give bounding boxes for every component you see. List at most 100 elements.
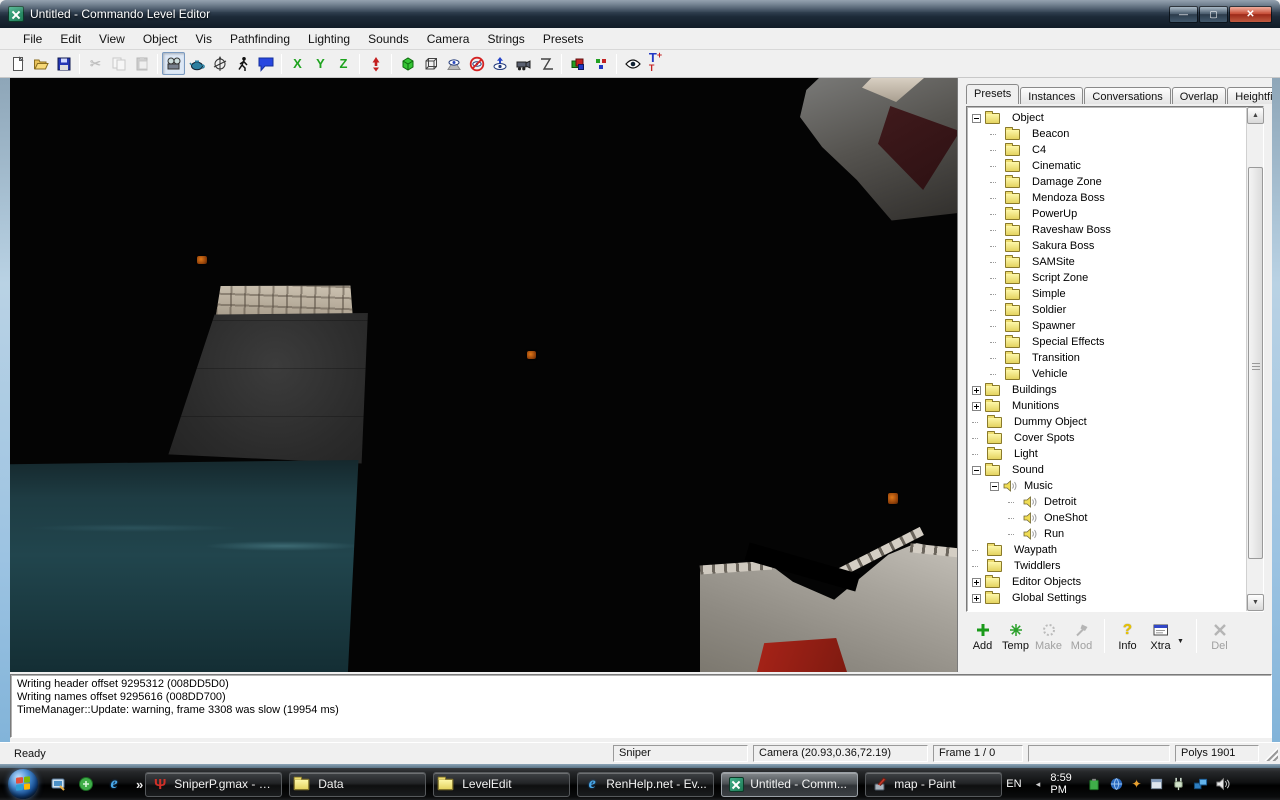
collapse-icon[interactable]: [972, 466, 981, 475]
visibility-up-icon[interactable]: [488, 52, 511, 75]
title-bar[interactable]: Untitled - Commando Level Editor —▢✕: [0, 0, 1280, 28]
taskbar-button-renhelp-net-ev-[interactable]: eRenHelp.net - Ev...: [577, 772, 714, 797]
tree-item-special-effects[interactable]: Special Effects: [969, 334, 1246, 350]
power-plug-icon[interactable]: [1171, 777, 1186, 792]
tree-item-oneshot[interactable]: OneShot: [969, 510, 1246, 526]
taskbar-clock[interactable]: 8:59 PM: [1050, 772, 1080, 796]
menu-vis[interactable]: Vis: [187, 29, 221, 49]
menu-strings[interactable]: Strings: [478, 29, 533, 49]
output-log[interactable]: Writing header offset 9295312 (008DD5D0)…: [10, 674, 1272, 738]
app-icon[interactable]: [8, 6, 24, 22]
scroll-up-icon[interactable]: ▲: [1247, 107, 1264, 124]
scrollbar-thumb[interactable]: [1248, 167, 1263, 559]
viewport-3d[interactable]: [10, 78, 958, 672]
menu-pathfinding[interactable]: Pathfinding: [221, 29, 299, 49]
tree-item-sakura-boss[interactable]: Sakura Boss: [969, 238, 1246, 254]
tab-conversations[interactable]: Conversations: [1084, 87, 1170, 104]
open-file-icon[interactable]: [29, 52, 52, 75]
resize-grip[interactable]: [1264, 747, 1278, 761]
menu-lighting[interactable]: Lighting: [299, 29, 359, 49]
rgb-points-icon[interactable]: [589, 52, 612, 75]
tree-item-detroit[interactable]: Detroit: [969, 494, 1246, 510]
tree-item-munitions[interactable]: Munitions: [969, 398, 1246, 414]
axis-z-icon[interactable]: Z: [332, 52, 355, 75]
tab-instances[interactable]: Instances: [1020, 87, 1083, 104]
tree-item-powerup[interactable]: PowerUp: [969, 206, 1246, 222]
tree-item-cover-spots[interactable]: Cover Spots: [969, 430, 1246, 446]
menu-presets[interactable]: Presets: [534, 29, 593, 49]
tree-item-object[interactable]: Object: [969, 110, 1246, 126]
tree-item-mendoza-boss[interactable]: Mendoza Boss: [969, 190, 1246, 206]
tree-item-twiddlers[interactable]: Twiddlers: [969, 558, 1246, 574]
tree-item-editor-objects[interactable]: Editor Objects: [969, 574, 1246, 590]
camera-mode-icon[interactable]: [162, 52, 185, 75]
taskbar-button-untitled-comm-[interactable]: Untitled - Comm...: [721, 772, 858, 797]
tree-item-script-zone[interactable]: Script Zone: [969, 270, 1246, 286]
hidden-icons-arrow-icon[interactable]: ◂: [1033, 777, 1044, 792]
expand-icon[interactable]: [972, 402, 981, 411]
xtra-button[interactable]: Xtra: [1144, 621, 1177, 652]
java-globe-icon[interactable]: [1109, 777, 1124, 792]
dolly-camera-icon[interactable]: [511, 52, 534, 75]
object-marker[interactable]: [527, 351, 536, 359]
axis-y-icon[interactable]: Y: [309, 52, 332, 75]
axis-x-icon[interactable]: X: [286, 52, 309, 75]
gmax-tray-icon[interactable]: ✦: [1131, 777, 1142, 792]
xtra-dropdown-icon[interactable]: ▼: [1177, 628, 1190, 645]
menu-file[interactable]: File: [14, 29, 51, 49]
render-teapot-icon[interactable]: [185, 52, 208, 75]
close-button[interactable]: ✕: [1229, 6, 1272, 23]
tree-scrollbar[interactable]: ▲ ▼: [1246, 107, 1263, 611]
toolbar-overflow-chevron[interactable]: »: [134, 777, 145, 792]
menu-sounds[interactable]: Sounds: [359, 29, 418, 49]
tree-item-soldier[interactable]: Soldier: [969, 302, 1246, 318]
start-button[interactable]: [8, 769, 38, 799]
tree-item-raveshaw-boss[interactable]: Raveshaw Boss: [969, 222, 1246, 238]
scroll-down-icon[interactable]: ▼: [1247, 594, 1264, 611]
orbit-axes-icon[interactable]: [208, 52, 231, 75]
text-size-icon[interactable]: T+T: [644, 52, 667, 75]
tree-item-c4[interactable]: C4: [969, 142, 1246, 158]
tree-item-global-settings[interactable]: Global Settings: [969, 590, 1246, 606]
comment-bubble-icon[interactable]: [254, 52, 277, 75]
tab-overlap[interactable]: Overlap: [1172, 87, 1227, 104]
new-file-icon[interactable]: [6, 52, 29, 75]
expand-icon[interactable]: [972, 594, 981, 603]
tree-item-vehicle[interactable]: Vehicle: [969, 366, 1246, 382]
solid-cube-icon[interactable]: [396, 52, 419, 75]
tree-item-dummy-object[interactable]: Dummy Object: [969, 414, 1246, 430]
save-file-icon[interactable]: [52, 52, 75, 75]
add-button[interactable]: Add: [966, 621, 999, 652]
object-marker[interactable]: [888, 493, 898, 504]
expand-icon[interactable]: [972, 578, 981, 587]
visibility-triangle-icon[interactable]: [442, 52, 465, 75]
tree-item-transition[interactable]: Transition: [969, 350, 1246, 366]
tree-item-cinematic[interactable]: Cinematic: [969, 158, 1246, 174]
menu-view[interactable]: View: [90, 29, 134, 49]
menu-camera[interactable]: Camera: [418, 29, 479, 49]
wireframe-cube-icon[interactable]: [419, 52, 442, 75]
info-button[interactable]: ?Info: [1111, 621, 1144, 652]
color-cubes-icon[interactable]: [566, 52, 589, 75]
tab-presets[interactable]: Presets: [966, 84, 1019, 104]
no-visibility-icon[interactable]: [465, 52, 488, 75]
network-status-icon[interactable]: [1193, 777, 1208, 792]
angle-tool-icon[interactable]: [534, 52, 557, 75]
tree-item-buildings[interactable]: Buildings: [969, 382, 1246, 398]
menu-edit[interactable]: Edit: [51, 29, 90, 49]
taskbar-button-sniperp-gmax-g-[interactable]: ΨSniperP.gmax - g...: [145, 772, 282, 797]
collapse-icon[interactable]: [972, 114, 981, 123]
switch-windows-icon[interactable]: [76, 774, 96, 794]
tree-item-spawner[interactable]: Spawner: [969, 318, 1246, 334]
tree-item-waypath[interactable]: Waypath: [969, 542, 1246, 558]
show-desktop-icon[interactable]: [48, 774, 68, 794]
minimize-button[interactable]: —: [1169, 6, 1198, 23]
expand-icon[interactable]: [972, 386, 981, 395]
tree-item-music[interactable]: Music: [969, 478, 1246, 494]
tree-item-sound[interactable]: Sound: [969, 462, 1246, 478]
tree-item-simple[interactable]: Simple: [969, 286, 1246, 302]
tree-item-beacon[interactable]: Beacon: [969, 126, 1246, 142]
taskbar-button-data[interactable]: Data: [289, 772, 426, 797]
temp-button[interactable]: Temp: [999, 621, 1032, 652]
menu-object[interactable]: Object: [134, 29, 187, 49]
